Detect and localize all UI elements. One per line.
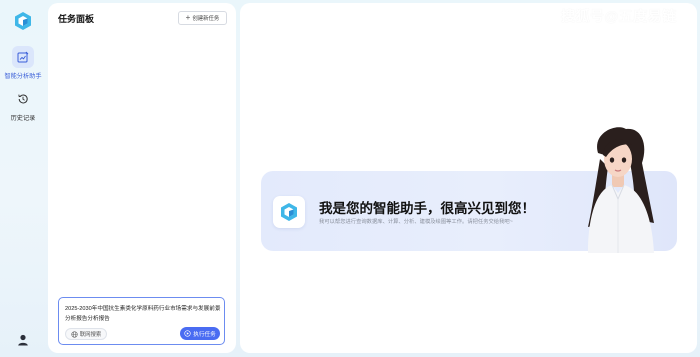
left-rail: 智能分析助手 历史记录 [0, 0, 46, 357]
web-search-label: 联网搜索 [79, 332, 102, 338]
task-panel: 任务面板 + 创建新任务 2025-2030年中国抗生素类化学原料药行业市场需求… [48, 3, 236, 353]
run-task-button[interactable]: 执行任务 [180, 327, 220, 340]
history-icon [12, 88, 34, 110]
sidebar-item-label: 智能分析助手 [4, 73, 42, 80]
task-input-text[interactable]: 2025-2030年中国抗生素类化学原料药行业市场需求与发展前景分析报告分析报告 [65, 304, 221, 324]
new-task-label: 创建新任务 [192, 16, 220, 22]
new-task-button[interactable]: + 创建新任务 [178, 11, 227, 25]
watermark: 搜狐号@五度易链 [561, 8, 677, 24]
chart-edit-icon [12, 46, 34, 68]
sidebar-item-label: 历史记录 [10, 115, 36, 122]
sidebar-item-history[interactable]: 历史记录 [0, 88, 46, 122]
plus-icon: + [185, 13, 191, 22]
welcome-subtitle: 我可以帮您进行查询数据库、计算、分析、建模及绘图等工作。请把任务交给我吧~ [319, 219, 513, 225]
panel-title: 任务面板 [58, 14, 95, 24]
task-input[interactable]: 2025-2030年中国抗生素类化学原料药行业市场需求与发展前景分析报告分析报告… [58, 297, 225, 345]
app-logo[interactable] [13, 11, 33, 31]
sidebar-item-smart-analysis[interactable]: 智能分析助手 [0, 46, 46, 80]
welcome-title: 我是您的智能助手，很高兴见到您！ [319, 201, 535, 216]
play-circle-icon [184, 330, 191, 337]
main-area: 我是您的智能助手，很高兴见到您！ 我可以帮您进行查询数据库、计算、分析、建模及绘… [240, 3, 697, 353]
run-task-label: 执行任务 [193, 331, 216, 338]
assistant-avatar [588, 127, 654, 253]
web-search-toggle[interactable]: 联网搜索 [65, 328, 107, 340]
assistant-logo [273, 196, 305, 228]
user-icon[interactable] [16, 333, 30, 347]
globe-icon [71, 330, 78, 338]
